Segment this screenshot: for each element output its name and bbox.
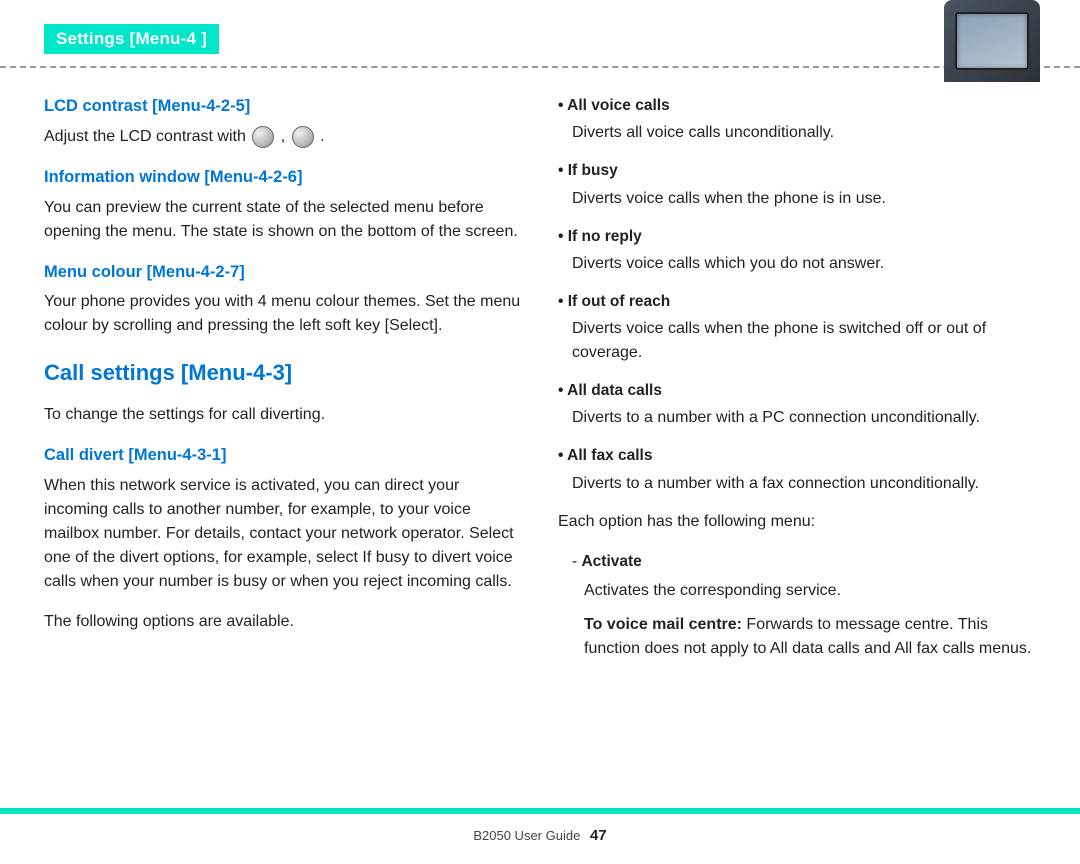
divider-dashed — [0, 66, 1080, 68]
activate-label: Activate — [581, 553, 641, 570]
option-head: If busy — [558, 159, 1036, 182]
list-item: All fax calls Diverts to a number with a… — [558, 444, 1036, 495]
list-item: If no reply Diverts voice calls which yo… — [558, 225, 1036, 276]
option-body: Diverts to a number with a fax connectio… — [572, 472, 1036, 496]
divert-options-list: All voice calls Diverts all voice calls … — [558, 94, 1036, 496]
right-key-icon — [292, 126, 314, 148]
text: Adjust the LCD contrast with — [44, 128, 250, 145]
submenu-activate: Activate — [572, 550, 1036, 573]
option-body: Diverts voice calls when the phone is sw… — [572, 317, 1036, 365]
tvmc-bold: To voice mail centre: — [584, 616, 746, 633]
footer: B2050 User Guide 47 — [0, 827, 1080, 844]
option-head: If out of reach — [558, 290, 1036, 313]
footer-page-number: 47 — [590, 827, 607, 844]
list-item: All data calls Diverts to a number with … — [558, 379, 1036, 430]
phone-image — [944, 0, 1040, 82]
text-comma: , — [281, 128, 290, 145]
footer-rule — [0, 808, 1080, 814]
option-body: Diverts voice calls which you do not ans… — [572, 252, 1036, 276]
header-tab: Settings [Menu-4 ] — [44, 24, 219, 54]
option-body: Diverts all voice calls unconditionally. — [572, 121, 1036, 145]
list-item: All voice calls Diverts all voice calls … — [558, 94, 1036, 145]
list-item: If out of reach Diverts voice calls when… — [558, 290, 1036, 365]
each-option-text: Each option has the following menu: — [558, 510, 1036, 534]
para-call-settings: To change the settings for call divertin… — [44, 403, 522, 427]
left-key-icon — [252, 126, 274, 148]
to-voice-mail-centre: To voice mail centre: Forwards to messag… — [584, 613, 1036, 661]
para-info-window: You can preview the current state of the… — [44, 196, 522, 244]
content-area: LCD contrast [Menu-4-2-5] Adjust the LCD… — [44, 94, 1036, 792]
list-item: If busy Diverts voice calls when the pho… — [558, 159, 1036, 210]
heading-call-settings: Call settings [Menu-4-3] — [44, 356, 522, 389]
heading-info-window: Information window [Menu-4-2-6] — [44, 165, 522, 190]
option-body: Diverts to a number with a PC connection… — [572, 406, 1036, 430]
activate-body: Activates the corresponding service. — [584, 579, 1036, 603]
text-period: . — [320, 128, 324, 145]
option-head: All fax calls — [558, 444, 1036, 467]
left-column: LCD contrast [Menu-4-2-5] Adjust the LCD… — [44, 94, 522, 792]
heading-menu-colour: Menu colour [Menu-4-2-7] — [44, 260, 522, 285]
option-head: All voice calls — [558, 94, 1036, 117]
para-call-divert: When this network service is activated, … — [44, 474, 522, 594]
footer-guide: B2050 User Guide — [473, 828, 580, 843]
para-lcd-contrast: Adjust the LCD contrast with , . — [44, 125, 522, 149]
para-menu-colour: Your phone provides you with 4 menu colo… — [44, 290, 522, 338]
phone-screen — [955, 12, 1029, 70]
option-head: All data calls — [558, 379, 1036, 402]
heading-lcd-contrast: LCD contrast [Menu-4-2-5] — [44, 94, 522, 119]
heading-call-divert: Call divert [Menu-4-3-1] — [44, 443, 522, 468]
option-body: Diverts voice calls when the phone is in… — [572, 187, 1036, 211]
right-column: All voice calls Diverts all voice calls … — [558, 94, 1036, 792]
para-options-available: The following options are available. — [44, 610, 522, 634]
option-head: If no reply — [558, 225, 1036, 248]
